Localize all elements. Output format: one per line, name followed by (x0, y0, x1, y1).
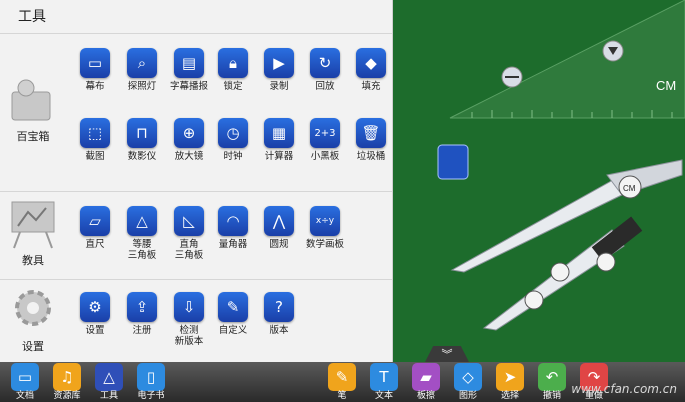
watermark: www.cfan.com.cn (571, 382, 677, 396)
floating-math-board-icon (437, 144, 469, 180)
register-icon: ⇪ (127, 292, 157, 322)
lock-icon: 🔒︎ (218, 48, 248, 78)
crop-icon: ⬚ (80, 118, 110, 148)
ruler-unit-label: CM (656, 78, 676, 93)
dock-text[interactable]: T 文本 (364, 362, 404, 401)
dock-resources[interactable]: ♫ 资源库 (47, 362, 87, 401)
download-icon: ⇩ (174, 292, 204, 322)
pen-icon: ✎ (328, 363, 356, 391)
dock-documents[interactable]: ▭ 文档 (5, 362, 45, 401)
fill-icon: ◆ (356, 48, 386, 78)
compass-icon: ⋀ (264, 206, 294, 236)
undo-icon: ↶ (538, 363, 566, 391)
tools-panel: 工具 百宝箱 ▭ 幕布 ⌕ 探照灯 ▤ 字幕播报 🔒︎ 锁定 ▶ 录制 ↻ 回放 ◆ 填充 ⬚… (0, 0, 393, 364)
text-icon: T (370, 363, 398, 391)
zoom-icon: ⊕ (174, 118, 204, 148)
tool-settings[interactable]: ⚙ 设置 (68, 292, 122, 336)
tool-isosceles-triangle[interactable]: △ 等腰 三角板 (115, 206, 169, 261)
version-icon: ? (264, 292, 294, 322)
dock-pen[interactable]: ✎ 笔 (322, 362, 362, 401)
section-treasure-box: 百宝箱 ▭ 幕布 ⌕ 探照灯 ▤ 字幕播报 🔒︎ 锁定 ▶ 录制 ↻ 回放 ◆ 填充 ⬚ 截图 … (0, 33, 392, 192)
screen-icon: ▭ (80, 48, 110, 78)
dock-shapes[interactable]: ◇ 图形 (448, 362, 488, 401)
cursor-icon: ➤ (496, 363, 524, 391)
tool-fill[interactable]: ◆ 填充 (344, 48, 398, 92)
replay-icon: ↻ (310, 48, 340, 78)
calculator-icon: ▦ (264, 118, 294, 148)
tool-ruler[interactable]: ▱ 直尺 (68, 206, 122, 250)
tools-icon: △ (95, 363, 123, 391)
panel-title: 工具 (18, 9, 46, 25)
board-drawing: CM CM (437, 0, 685, 331)
dock-tools[interactable]: △ 工具 (89, 362, 129, 401)
dock-ebook[interactable]: ▯ 电子书 (131, 362, 171, 401)
compass-tool (450, 159, 683, 331)
set-square (449, 0, 685, 119)
isosceles-triangle-icon: △ (127, 206, 157, 236)
search-icon: ⌕ (127, 48, 157, 78)
shapes-icon: ◇ (454, 363, 482, 391)
trash-icon: 🗑︎ (356, 118, 386, 148)
custom-icon: ✎ (218, 292, 248, 322)
section-label: 教具 (22, 254, 44, 267)
tool-math-board[interactable]: x÷y 数学画板 (298, 206, 352, 250)
section-settings: 设置 ⚙ 设置 ⇪ 注册 ⇩ 检测 新版本 ✎ 自定义 ? 版本 (0, 279, 392, 365)
treasure-box-icon: 百宝箱 (0, 34, 66, 192)
dock-undo[interactable]: ↶ 撤销 (532, 362, 572, 401)
protractor-icon: ◠ (218, 206, 248, 236)
resource-icon: ♫ (53, 363, 81, 391)
projector-icon: ⊓ (127, 118, 157, 148)
dock-select[interactable]: ➤ 选择 (490, 362, 530, 401)
dock-eraser[interactable]: ▰ 板擦 (406, 362, 446, 401)
blackboard-canvas[interactable]: CM CM (392, 0, 685, 364)
section-teaching-aids: 教具 ▱ 直尺 △ 等腰 三角板 ◺ 直角 三角板 ◠ 量角器 ⋀ 圆规 x÷y 数学画板 (0, 191, 392, 280)
right-triangle-icon: ◺ (174, 206, 204, 236)
chevron-down-icon: ︾ (441, 348, 453, 361)
section-label: 百宝箱 (16, 130, 50, 143)
tool-trash[interactable]: 🗑︎ 垃圾桶 (344, 118, 398, 162)
tool-projector[interactable]: ⊓ 数影仪 (115, 118, 169, 162)
section-label: 设置 (22, 340, 44, 353)
folder-icon: ▭ (11, 363, 39, 391)
gear-icon: ⚙ (80, 292, 110, 322)
monitor-icon: ▤ (174, 48, 204, 78)
tool-screenshot[interactable]: ⬚ 截图 (68, 118, 122, 162)
clock-icon: ◷ (218, 118, 248, 148)
compass-unit-label: CM (623, 184, 636, 193)
teaching-aids-icon: 教具 (0, 192, 66, 280)
tool-screen[interactable]: ▭ 幕布 (68, 48, 122, 92)
tool-register[interactable]: ⇪ 注册 (115, 292, 169, 336)
blackboard-icon: 2+3 (310, 118, 340, 148)
settings-gear-icon: 设置 (0, 280, 66, 365)
tool-spotlight[interactable]: ⌕ 探照灯 (115, 48, 169, 92)
book-icon: ▯ (137, 363, 165, 391)
math-board-icon: x÷y (310, 206, 340, 236)
camera-icon: ▶ (264, 48, 294, 78)
tool-version[interactable]: ? 版本 (252, 292, 306, 336)
ruler-icon: ▱ (80, 206, 110, 236)
eraser-icon: ▰ (412, 363, 440, 391)
